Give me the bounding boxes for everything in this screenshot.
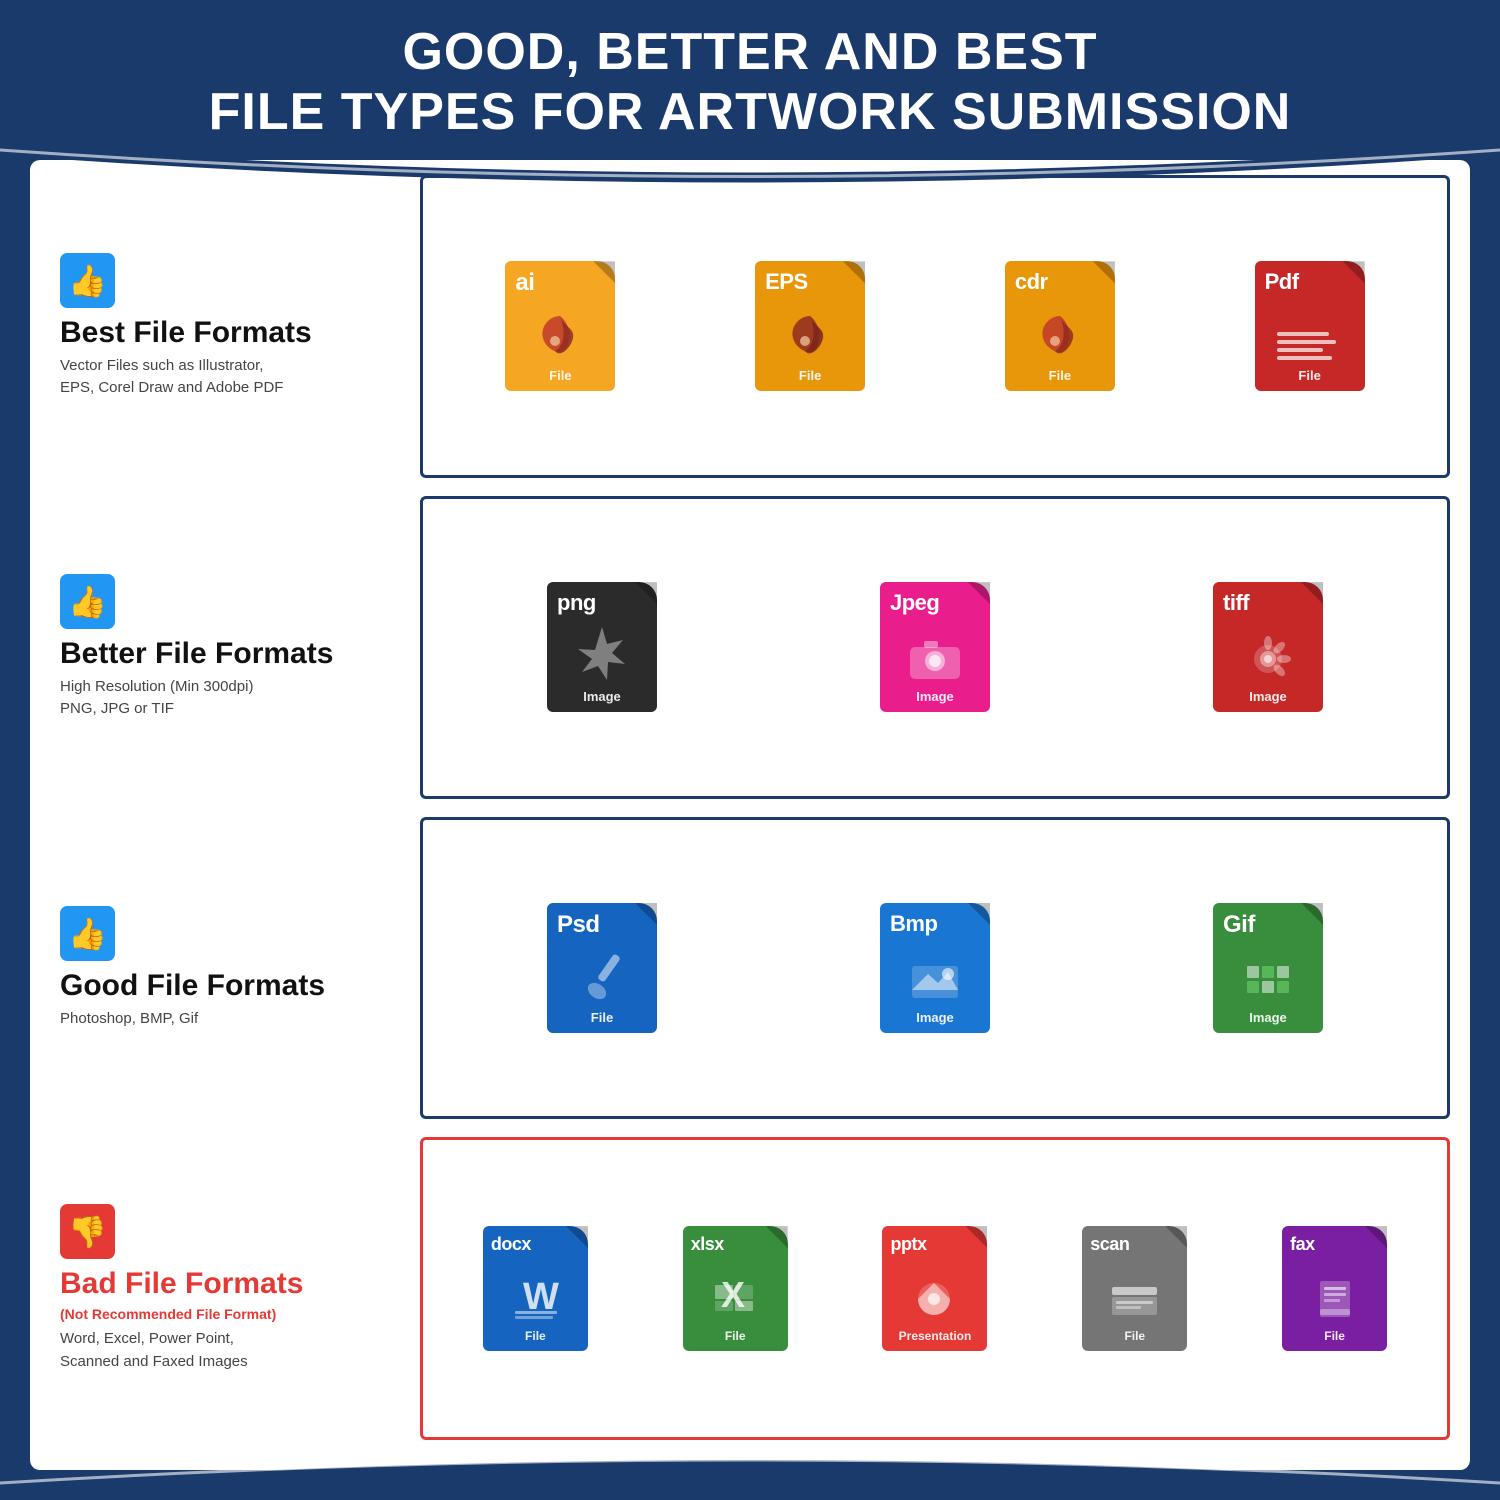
thumbs-down-icon: 👎 — [60, 1204, 115, 1259]
good-left-panel: 👍 Good File Formats Photoshop, BMP, Gif — [50, 817, 420, 1120]
eps-file-icon: EPS File — [750, 261, 870, 391]
good-title: Good File Formats — [60, 969, 400, 1002]
pdf-file-icon: Pdf File — [1250, 261, 1370, 391]
bad-desc: Word, Excel, Power Point,Scanned and Fax… — [60, 1328, 400, 1373]
thumbs-up-icon-3: 👍 — [60, 906, 115, 961]
fax-file-icon: fax File — [1275, 1226, 1395, 1351]
bad-row: 👎 Bad File Formats (Not Recommended File… — [50, 1137, 1450, 1440]
better-row: 👍 Better File Formats High Resolution (M… — [50, 496, 1450, 799]
ai-file-icon: ai File — [500, 261, 620, 391]
good-desc: Photoshop, BMP, Gif — [60, 1008, 400, 1031]
jpeg-file-icon: Jpeg Image — [875, 582, 995, 712]
svg-text:👍: 👍 — [68, 262, 107, 298]
good-row: 👍 Good File Formats Photoshop, BMP, Gif … — [50, 817, 1450, 1120]
pptx-file-icon: pptx Presentation — [875, 1226, 995, 1351]
best-files-panel: ai File EPS — [420, 175, 1450, 478]
bad-subtitle: (Not Recommended File Format) — [60, 1306, 400, 1322]
best-desc: Vector Files such as Illustrator,EPS, Co… — [60, 355, 400, 400]
svg-text:👍: 👍 — [68, 915, 107, 951]
bad-files-panel: docx W File xlsx X — [420, 1137, 1450, 1440]
thumbs-up-icon: 👍 — [60, 253, 115, 308]
best-row: 👍 Best File Formats Vector Files such as… — [50, 175, 1450, 478]
bad-left-panel: 👎 Bad File Formats (Not Recommended File… — [50, 1137, 420, 1440]
svg-text:👍: 👍 — [68, 583, 107, 619]
docx-file-icon: docx W File — [475, 1226, 595, 1351]
better-left-panel: 👍 Better File Formats High Resolution (M… — [50, 496, 420, 799]
better-title: Better File Formats — [60, 637, 400, 670]
cdr-file-icon: cdr File — [1000, 261, 1120, 391]
thumbs-up-icon-2: 👍 — [60, 574, 115, 629]
header: GOOD, BETTER AND BEST FILE TYPES FOR ART… — [0, 0, 1500, 165]
tiff-file-icon: tiff Image — [1208, 582, 1328, 712]
best-left-panel: 👍 Best File Formats Vector Files such as… — [50, 175, 420, 478]
main-content: 👍 Best File Formats Vector Files such as… — [50, 175, 1450, 1440]
better-desc: High Resolution (Min 300dpi)PNG, JPG or … — [60, 676, 400, 721]
good-files-panel: Psd File Bmp — [420, 817, 1450, 1120]
gif-file-icon: Gif Image — [1208, 903, 1328, 1033]
png-file-icon: png Image — [542, 582, 662, 712]
svg-text:👎: 👎 — [68, 1215, 107, 1250]
bmp-file-icon: Bmp Image — [875, 903, 995, 1033]
better-files-panel: png Image Jpeg — [420, 496, 1450, 799]
best-title: Best File Formats — [60, 316, 400, 349]
header-title: GOOD, BETTER AND BEST FILE TYPES FOR ART… — [209, 23, 1292, 143]
psd-file-icon: Psd File — [542, 903, 662, 1033]
xlsx-file-icon: xlsx X File — [675, 1226, 795, 1351]
bad-title: Bad File Formats — [60, 1267, 400, 1300]
scan-file-icon: scan File — [1075, 1226, 1195, 1351]
